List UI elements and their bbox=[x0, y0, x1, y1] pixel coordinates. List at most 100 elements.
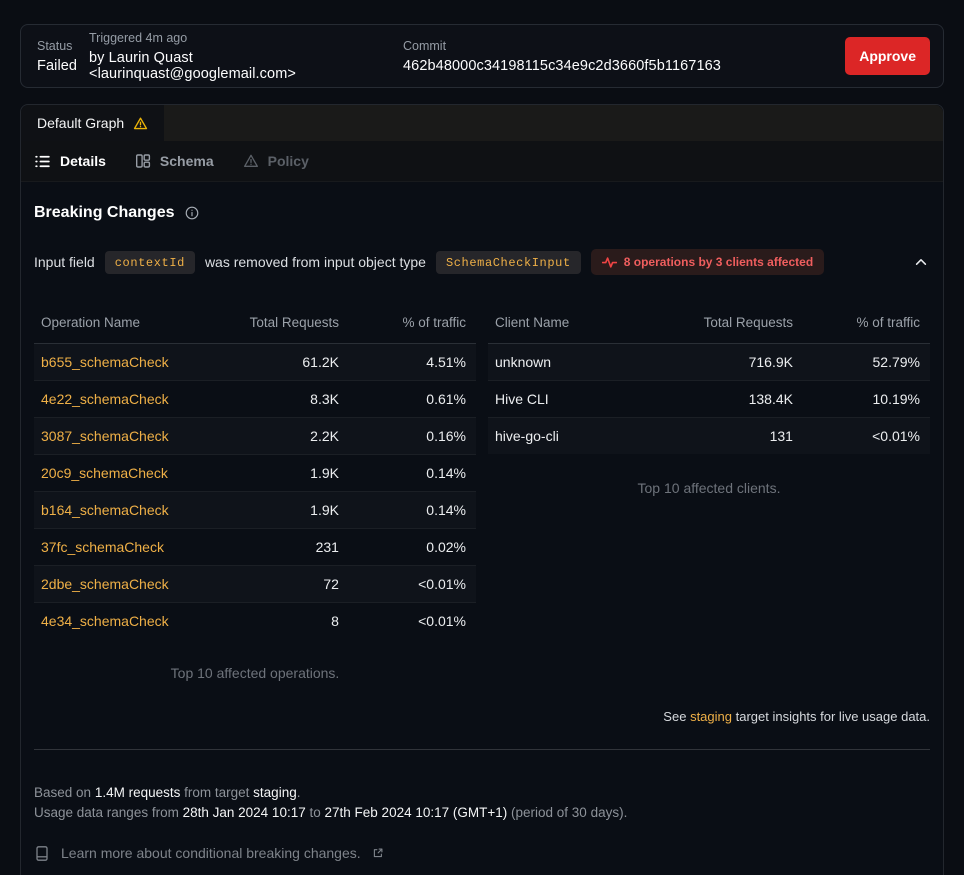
clients-table: Client Name Total Requests % of traffic … bbox=[488, 302, 930, 454]
usage-footer: Based on 1.4M requests from target stagi… bbox=[34, 783, 930, 863]
check-header-card: Status Failed Triggered 4m ago by Laurin… bbox=[20, 24, 944, 88]
operation-link[interactable]: 20c9_schemaCheck bbox=[34, 455, 228, 492]
collapse-chevron-up-icon[interactable] bbox=[912, 253, 930, 271]
insights-text: See bbox=[663, 709, 686, 724]
target-name: staging bbox=[253, 785, 297, 800]
graph-tab-bar: Default Graph bbox=[21, 105, 943, 141]
table-row: 37fc_schemaCheck2310.02% bbox=[34, 529, 476, 566]
schema-check-page: Status Failed Triggered 4m ago by Laurin… bbox=[0, 0, 964, 875]
table-row: b164_schemaCheck1.9K0.14% bbox=[34, 492, 476, 529]
type-code-badge: SchemaCheckInput bbox=[436, 251, 581, 274]
column-header: Total Requests bbox=[228, 302, 339, 344]
learn-more-label: Learn more about conditional breaking ch… bbox=[61, 843, 361, 863]
change-text-prefix: Input field bbox=[34, 254, 95, 270]
commit-hash: 462b48000c34198115c34e9c2d3660f5b1167163 bbox=[403, 58, 721, 74]
usage-range-line: Usage data ranges from 28th Jan 2024 10:… bbox=[34, 803, 930, 823]
triggered-author: by Laurin Quast <laurinquast@googlemail.… bbox=[89, 50, 403, 82]
triggered-block: Triggered 4m ago by Laurin Quast <laurin… bbox=[89, 31, 403, 82]
list-icon bbox=[34, 153, 51, 170]
table-cell: 52.79% bbox=[793, 344, 930, 381]
operations-table-header: Operation Name Total Requests % of traff… bbox=[34, 302, 476, 344]
table-cell: 138.4K bbox=[682, 381, 793, 418]
operation-link[interactable]: 37fc_schemaCheck bbox=[34, 529, 228, 566]
details-content: Breaking Changes Input field contextId w… bbox=[21, 182, 943, 863]
staging-target-link[interactable]: staging bbox=[690, 709, 732, 724]
affected-badge-label: 8 operations by 3 clients affected bbox=[624, 255, 813, 269]
table-row: 2dbe_schemaCheck72<0.01% bbox=[34, 566, 476, 603]
table-cell: 0.16% bbox=[339, 418, 476, 455]
tab-policy[interactable]: Policy bbox=[243, 153, 309, 169]
table-row: hive-go-cli131<0.01% bbox=[488, 418, 930, 455]
column-header: Operation Name bbox=[34, 302, 228, 344]
table-row: 4e34_schemaCheck8<0.01% bbox=[34, 603, 476, 640]
approve-button[interactable]: Approve bbox=[845, 37, 930, 75]
table-cell: <0.01% bbox=[339, 566, 476, 603]
tab-schema-label: Schema bbox=[160, 153, 214, 169]
tab-policy-label: Policy bbox=[268, 153, 309, 169]
graph-tab-label: Default Graph bbox=[37, 115, 124, 131]
insights-note: See staging target insights for live usa… bbox=[34, 709, 930, 724]
table-cell: 10.19% bbox=[793, 381, 930, 418]
schema-columns-icon bbox=[135, 153, 151, 169]
operation-link[interactable]: b655_schemaCheck bbox=[34, 344, 228, 381]
column-header: % of traffic bbox=[339, 302, 476, 344]
table-cell: 231 bbox=[228, 529, 339, 566]
table-cell: 72 bbox=[228, 566, 339, 603]
commit-block: Commit 462b48000c34198115c34e9c2d3660f5b… bbox=[403, 39, 721, 74]
operation-link[interactable]: 2dbe_schemaCheck bbox=[34, 566, 228, 603]
client-name: hive-go-cli bbox=[488, 418, 682, 455]
book-icon bbox=[34, 845, 50, 862]
status-value: Failed bbox=[37, 58, 89, 74]
operation-link[interactable]: 4e22_schemaCheck bbox=[34, 381, 228, 418]
column-header: % of traffic bbox=[793, 302, 930, 344]
status-block: Status Failed bbox=[37, 39, 89, 74]
table-cell: 61.2K bbox=[228, 344, 339, 381]
column-header: Total Requests bbox=[682, 302, 793, 344]
breaking-change-row: Input field contextId was removed from i… bbox=[34, 249, 930, 275]
tab-details-label: Details bbox=[60, 153, 106, 169]
field-code-badge: contextId bbox=[105, 251, 195, 274]
warning-icon bbox=[133, 116, 148, 131]
change-text-middle: was removed from input object type bbox=[205, 254, 426, 270]
client-name: Hive CLI bbox=[488, 381, 682, 418]
affected-operations-badge[interactable]: 8 operations by 3 clients affected bbox=[591, 249, 824, 275]
table-cell: <0.01% bbox=[793, 418, 930, 455]
table-row: b655_schemaCheck61.2K4.51% bbox=[34, 344, 476, 381]
table-cell: <0.01% bbox=[339, 603, 476, 640]
info-icon[interactable] bbox=[185, 206, 199, 220]
table-cell: 1.9K bbox=[228, 492, 339, 529]
operation-link[interactable]: 4e34_schemaCheck bbox=[34, 603, 228, 640]
request-count: 1.4M requests bbox=[95, 785, 181, 800]
table-row: Hive CLI138.4K10.19% bbox=[488, 381, 930, 418]
operation-link[interactable]: b164_schemaCheck bbox=[34, 492, 228, 529]
table-cell: 1.9K bbox=[228, 455, 339, 492]
tab-default-graph[interactable]: Default Graph bbox=[21, 105, 164, 141]
table-cell: 8 bbox=[228, 603, 339, 640]
breaking-changes-heading: Breaking Changes bbox=[34, 204, 930, 222]
policy-warning-icon bbox=[243, 153, 259, 169]
divider bbox=[34, 749, 930, 750]
clients-table-caption: Top 10 affected clients. bbox=[488, 480, 930, 496]
column-header: Client Name bbox=[488, 302, 682, 344]
check-details-card: Default Graph Details bbox=[20, 104, 944, 875]
table-cell: 0.61% bbox=[339, 381, 476, 418]
tab-schema[interactable]: Schema bbox=[135, 153, 214, 169]
table-cell: 0.14% bbox=[339, 492, 476, 529]
operation-link[interactable]: 3087_schemaCheck bbox=[34, 418, 228, 455]
table-cell: 0.14% bbox=[339, 455, 476, 492]
learn-more-link[interactable]: Learn more about conditional breaking ch… bbox=[34, 843, 930, 863]
status-label: Status bbox=[37, 39, 89, 53]
range-end: 27th Feb 2024 10:17 (GMT+1) bbox=[325, 805, 508, 820]
clients-table-wrap: Client Name Total Requests % of traffic … bbox=[488, 302, 930, 681]
external-link-icon bbox=[372, 847, 384, 859]
activity-pulse-icon bbox=[602, 256, 617, 269]
range-start: 28th Jan 2024 10:17 bbox=[183, 805, 306, 820]
tab-details[interactable]: Details bbox=[34, 153, 106, 170]
table-cell: 4.51% bbox=[339, 344, 476, 381]
table-row: unknown716.9K52.79% bbox=[488, 344, 930, 381]
insights-text: target insights for live usage data. bbox=[736, 709, 930, 724]
table-cell: 131 bbox=[682, 418, 793, 455]
table-cell: 2.2K bbox=[228, 418, 339, 455]
triggered-label: Triggered 4m ago bbox=[89, 31, 403, 45]
table-cell: 0.02% bbox=[339, 529, 476, 566]
